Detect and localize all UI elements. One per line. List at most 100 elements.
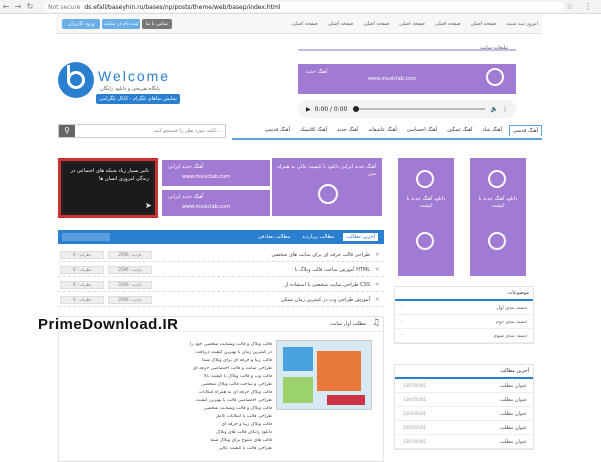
music-note-icon: ♫: [371, 318, 380, 328]
list-item[interactable]: ★ آموزش ساخت قالب وبلاگ با HTML بازدید :…: [58, 263, 384, 277]
category-tab[interactable]: آهنگ شاد: [479, 125, 505, 135]
contact-button[interactable]: تماس با ما: [142, 19, 172, 29]
category-tab[interactable]: آهنگ احساسی: [404, 125, 440, 135]
posts-tabs-filler: [62, 233, 110, 241]
category-tab[interactable]: آهنگ کلاسیک: [297, 125, 330, 135]
search-box[interactable]: ⚲ کلمه مورد نظر را جستجو کنید...: [58, 124, 226, 138]
url-text[interactable]: ds.efall/baseyhin.ru/bases/np/posts/them…: [84, 4, 280, 11]
sidebar-post-item[interactable]: 1397/01/01 عنوان مطلب: [395, 421, 533, 435]
article-line: طراحی قالب با کیفیت عالی: [218, 446, 272, 451]
top-menu-item[interactable]: صفحه اصلی: [435, 21, 461, 27]
list-item[interactable]: ★ طراحی سایت شخصی با استفاده از CSS بازد…: [58, 278, 384, 292]
sidebar-post-item[interactable]: 1397/01/01 عنوان مطلب: [395, 407, 533, 421]
top-bar: ورود کاربران ثبت نام در سایت تماس با ما …: [56, 14, 542, 34]
list-item[interactable]: ★ طراحی قالب حرفه ای برای سایت های شخصی …: [58, 248, 384, 262]
security-indicator[interactable]: Not secure: [48, 4, 80, 11]
article-line: قالب وبلاگ زیبا و حرفه ای: [221, 422, 272, 427]
side-ad-1[interactable]: دانلود آهنگ جدید با کیفیت: [398, 158, 454, 276]
news-card-text: تاثیر بسیار زیاد شبکه های اجتماعی در زند…: [64, 164, 152, 212]
post-comments: نظرات : 0: [60, 281, 104, 289]
star-icon: ★: [374, 281, 380, 288]
top-menu: صفحه اصلی صفحه اصلی صفحه اصلی صفحه اصلی …: [292, 14, 538, 34]
seek-knob[interactable]: [353, 106, 360, 112]
mid-ad-2[interactable]: آهنگ جدید ایرانی www.musiclab.com: [162, 190, 270, 216]
mid-big-ad[interactable]: آهنگ جدید ایرانی دانلود با کیفیت عالی به…: [272, 158, 382, 216]
top-menu-item[interactable]: صفحه اصلی: [471, 21, 497, 27]
top-menu-item[interactable]: صفحه اصلی: [292, 21, 318, 27]
top-menu-item[interactable]: صفحه اصلی: [328, 21, 354, 27]
post-comments: نظرات : 0: [60, 296, 104, 304]
post-date: 1397/01/01: [403, 439, 427, 444]
star-icon: ★: [374, 266, 380, 273]
logo-icon[interactable]: [58, 62, 94, 98]
post-title[interactable]: آموزش ساخت قالب وبلاگ با HTML: [295, 267, 370, 273]
article-line: طراحی سایت و قالب اختصاصی حرفه ای: [192, 366, 272, 371]
location-pin-icon: [486, 68, 504, 86]
article-image[interactable]: [276, 340, 372, 410]
side-ad-2[interactable]: دانلود آهنگ جدید با کیفیت: [470, 158, 526, 276]
post-title[interactable]: طراحی سایت شخصی با استفاده از CSS: [285, 282, 370, 288]
post-title[interactable]: آموزش طراحی وب در کمترین زمان ممکن: [281, 297, 370, 303]
sidebar-category-item[interactable]: ‹ دسته بندی سوم: [395, 329, 533, 343]
category-tab[interactable]: آهنگ جدید: [334, 125, 361, 135]
top-banner-ad[interactable]: آهنگ جدید www.musiclab.com: [298, 64, 516, 94]
sidebar-post-item[interactable]: 1397/01/01 عنوان مطلب: [395, 435, 533, 449]
play-icon[interactable]: ▶: [306, 106, 311, 113]
register-button[interactable]: ثبت نام در سایت: [102, 19, 140, 29]
news-card[interactable]: تاثیر بسیار زیاد شبکه های اجتماعی در زند…: [58, 158, 158, 218]
volume-icon[interactable]: 🔈: [491, 106, 498, 113]
audio-seek-bar[interactable]: [353, 106, 485, 112]
sidebar-categories: موضوعات ‹ دسته بندی اول ‹ دسته بندی دوم ‹ د…: [394, 286, 534, 344]
category-tabs: آهنگ قدیمی آهنگ شاد آهنگ غمگین آهنگ احسا…: [232, 122, 542, 140]
site-logo-text[interactable]: Welcome: [98, 68, 170, 84]
top-menu-item[interactable]: صفحه اصلی: [399, 21, 425, 27]
site-tagline: پایگاه تفریحی و دانلود رایگان: [100, 86, 161, 92]
category-tab[interactable]: آهنگ غمگین: [444, 125, 475, 135]
login-button[interactable]: ورود کاربران: [62, 19, 100, 29]
search-input[interactable]: کلمه مورد نظر را جستجو کنید...: [154, 128, 221, 134]
ad-text: آهنگ جدید: [306, 69, 328, 75]
star-icon: ★: [374, 296, 380, 303]
forward-icon[interactable]: →: [12, 0, 24, 14]
category-tab[interactable]: آهنگ قدیمی: [262, 125, 293, 135]
sidebar-post-item[interactable]: 1397/01/01 عنوان مطلب: [395, 393, 533, 407]
mid-ad-1[interactable]: آهنگ جدید ایرانی www.musiclab.com: [162, 160, 270, 186]
article-line: دانلود رایگان قالب های وبلاگ: [216, 430, 272, 435]
article-line: قالب زیبا و حرفه ای برای وبلاگ شما: [201, 358, 272, 363]
more-icon[interactable]: ⋮: [502, 106, 508, 113]
post-comments: نظرات : 0: [60, 251, 104, 259]
post-title[interactable]: طراحی قالب حرفه ای برای سایت های شخصی: [271, 252, 370, 258]
article-line: در کمترین زمان با بهترین کیفیت دریافت: [195, 350, 272, 355]
chevron-left-icon: ‹: [401, 318, 403, 324]
location-pin-icon: [416, 170, 434, 188]
telegram-button[interactable]: نمایش نماهای تلگرام - کانال تلگرامی: [96, 94, 180, 104]
sidebar-box-title: آخرین مطالب: [395, 365, 533, 379]
sidebar-category-item[interactable]: ‹ دسته بندی دوم: [395, 315, 533, 329]
chevron-left-icon: ‹: [401, 332, 403, 338]
list-item[interactable]: ★ آموزش طراحی وب در کمترین زمان ممکن باز…: [58, 293, 384, 307]
sidebar-box-title: موضوعات: [395, 287, 533, 301]
post-date: 1397/01/01: [403, 411, 427, 416]
send-icon[interactable]: ➤: [145, 201, 152, 210]
sidebar-post-item[interactable]: 1397/01/01 عنوان مطلب: [395, 379, 533, 393]
bookmark-star-icon[interactable]: ☆: [566, 0, 573, 14]
article-line: قالب وبلاگ و قالب وبسایت شخصی خود را: [190, 342, 272, 347]
top-menu-item[interactable]: صفحه اصلی: [363, 21, 389, 27]
article-title[interactable]: مطلب اول سایت: [330, 321, 366, 327]
tab-popular[interactable]: مطالب پربازدید: [299, 233, 337, 241]
date-text: امروز سه شنبه: [506, 21, 538, 27]
star-icon: ★: [374, 251, 380, 258]
browser-menu-icon[interactable]: ⋮: [584, 0, 592, 14]
search-icon[interactable]: ⚲: [59, 125, 75, 137]
category-tab[interactable]: آهنگ قدیمی: [508, 124, 542, 136]
tab-latest[interactable]: آخرین مطالب: [343, 233, 378, 241]
category-tab[interactable]: آهنگ عاشقانه: [365, 125, 399, 135]
post-date: 1397/01/01: [403, 397, 427, 402]
tab-random[interactable]: مطالب تصادفی: [255, 233, 293, 241]
reload-icon[interactable]: ↻: [24, 0, 36, 14]
back-icon[interactable]: ←: [0, 0, 12, 14]
location-pin-icon: [488, 232, 506, 250]
sidebar-category-item[interactable]: ‹ دسته بندی اول: [395, 301, 533, 315]
article-line: قالب وبلاگ حرفه ای به همراه امکانات: [198, 390, 272, 395]
address-bar[interactable]: Not secure ds.efall/baseyhin.ru/bases/np…: [44, 2, 564, 12]
